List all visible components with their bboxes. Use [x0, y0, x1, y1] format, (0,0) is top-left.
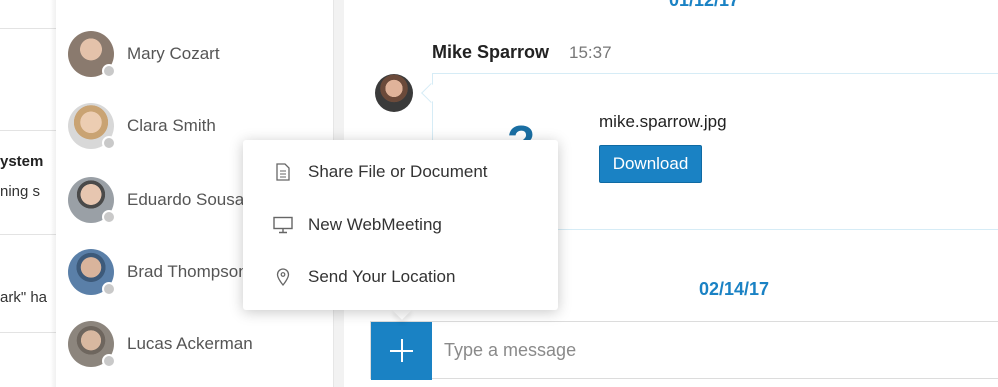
avatar	[68, 249, 116, 296]
status-offline-indicator	[102, 282, 116, 296]
status-offline-indicator	[102, 354, 116, 368]
plus-icon	[400, 339, 403, 362]
menu-item-label: New WebMeeting	[308, 215, 442, 234]
contact-item[interactable]: Mary Cozart	[68, 30, 328, 78]
contact-name: Mary Cozart	[127, 44, 220, 63]
location-pin-icon	[273, 267, 293, 287]
status-offline-indicator	[102, 64, 116, 78]
message-time: 15:37	[569, 43, 612, 62]
conversation-preview-fragment: ning s	[0, 183, 41, 200]
divider	[0, 332, 56, 333]
contact-name: Eduardo Sousa	[127, 190, 245, 209]
download-button[interactable]: Download	[599, 145, 702, 183]
avatar	[68, 31, 116, 78]
sender-avatar	[375, 74, 413, 112]
message-input[interactable]	[432, 322, 998, 378]
date-separator: 02/14/17	[699, 279, 770, 299]
attachment-file-name: mike.sparrow.jpg	[599, 112, 727, 131]
contact-name: Lucas Ackerman	[127, 334, 253, 353]
conversation-title-fragment[interactable]: ystem	[0, 153, 43, 170]
avatar	[68, 103, 116, 150]
menu-item-label: Send Your Location	[308, 267, 456, 286]
menu-item-send-location[interactable]: Send Your Location	[243, 255, 558, 299]
menu-item-share-file[interactable]: Share File or Document	[243, 150, 558, 194]
contact-item[interactable]: Lucas Ackerman	[68, 320, 328, 368]
divider	[0, 28, 56, 29]
avatar	[68, 321, 116, 368]
monitor-icon	[273, 215, 293, 235]
menu-item-new-webmeeting[interactable]: New WebMeeting	[243, 203, 558, 247]
attachment-popup-menu: Share File or Document New WebMeeting Se…	[243, 140, 558, 310]
message-sender: Mike Sparrow	[432, 42, 550, 62]
document-icon	[273, 162, 293, 182]
date-separator: 01/12/17	[669, 0, 740, 10]
menu-item-label: Share File or Document	[308, 162, 488, 181]
contact-name: Clara Smith	[127, 116, 216, 135]
contact-name: Brad Thompson	[127, 262, 248, 281]
status-offline-indicator	[102, 136, 116, 150]
conversation-preview-fragment: ark" ha	[0, 289, 48, 306]
avatar	[68, 177, 116, 224]
add-attachment-button[interactable]	[371, 322, 432, 380]
left-conversation-panel: ystem ning s ark" ha	[0, 0, 56, 387]
message-composer	[370, 321, 998, 380]
divider	[0, 130, 56, 131]
divider	[0, 234, 56, 235]
status-offline-indicator	[102, 210, 116, 224]
